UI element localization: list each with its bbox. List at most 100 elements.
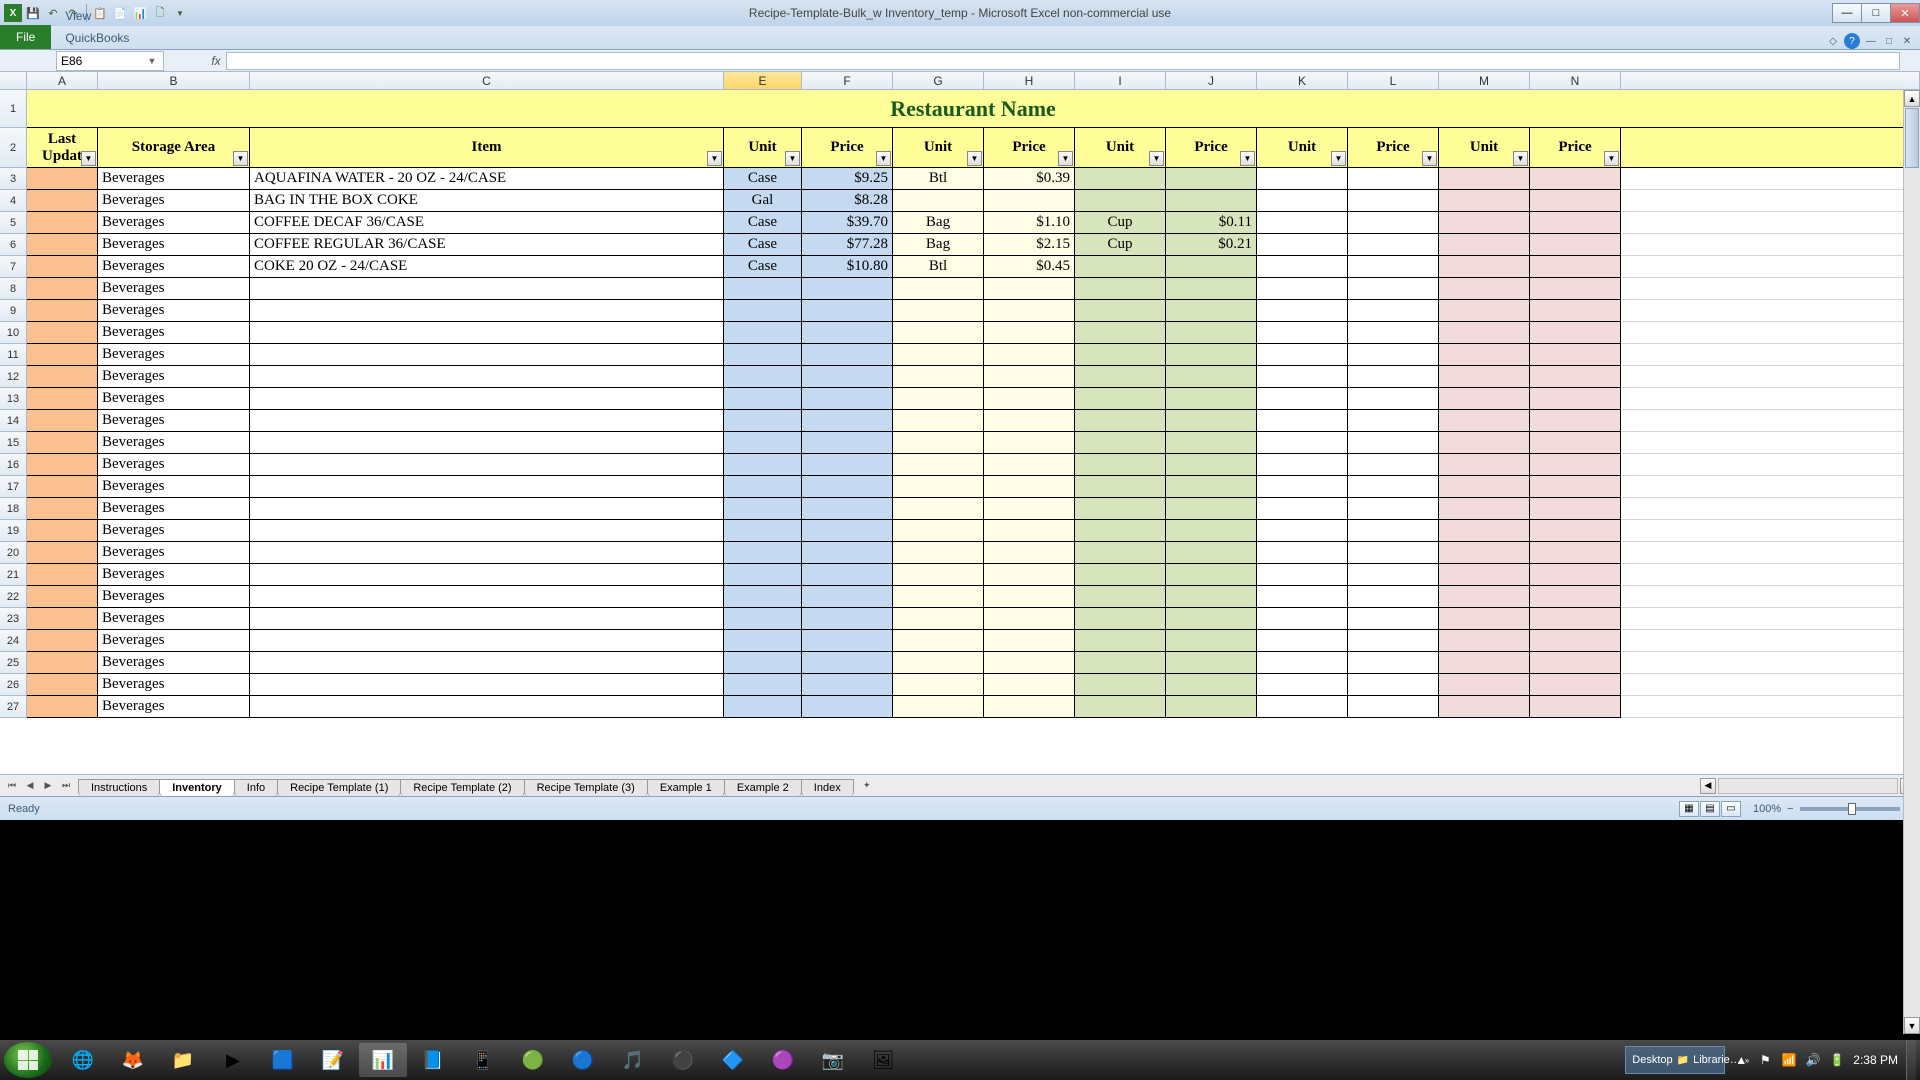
- cell[interactable]: [1621, 278, 1920, 300]
- cell[interactable]: [802, 388, 893, 410]
- qat-dropdown-icon[interactable]: ▼: [171, 4, 189, 22]
- filter-dropdown-icon[interactable]: ▼: [1331, 151, 1346, 166]
- taskbar-app4-icon[interactable]: ⚫: [659, 1043, 707, 1077]
- cell[interactable]: [984, 388, 1075, 410]
- cell[interactable]: [724, 476, 802, 498]
- cell[interactable]: [1530, 212, 1621, 234]
- cell[interactable]: [984, 454, 1075, 476]
- cell[interactable]: $10.80: [802, 256, 893, 278]
- cell[interactable]: [1257, 564, 1348, 586]
- cell[interactable]: [250, 476, 724, 498]
- scroll-thumb[interactable]: [1905, 108, 1919, 168]
- name-box-dropdown-icon[interactable]: ▼: [145, 56, 159, 66]
- row-header-5[interactable]: 5: [0, 212, 27, 234]
- cell[interactable]: [1530, 278, 1621, 300]
- cell[interactable]: [1621, 498, 1920, 520]
- cell[interactable]: Beverages: [98, 498, 250, 520]
- taskbar-notepad-icon[interactable]: 📝: [309, 1043, 357, 1077]
- cell[interactable]: [1257, 542, 1348, 564]
- cell[interactable]: Beverages: [98, 542, 250, 564]
- cell[interactable]: [1348, 608, 1439, 630]
- column-header-C[interactable]: C: [250, 72, 724, 89]
- cell[interactable]: [27, 234, 98, 256]
- cell[interactable]: [1348, 630, 1439, 652]
- cell[interactable]: [893, 476, 984, 498]
- cell[interactable]: [1530, 344, 1621, 366]
- cell[interactable]: [27, 168, 98, 190]
- cell[interactable]: Bag: [893, 234, 984, 256]
- cell[interactable]: Case: [724, 168, 802, 190]
- row-header-11[interactable]: 11: [0, 344, 27, 366]
- cell[interactable]: [984, 322, 1075, 344]
- cell[interactable]: [1166, 608, 1257, 630]
- cell[interactable]: [1075, 454, 1166, 476]
- cell[interactable]: [1439, 278, 1530, 300]
- cell[interactable]: [27, 190, 98, 212]
- row-header-24[interactable]: 24: [0, 630, 27, 652]
- row-header-13[interactable]: 13: [0, 388, 27, 410]
- cell[interactable]: [1257, 586, 1348, 608]
- cell[interactable]: [250, 652, 724, 674]
- row-header-22[interactable]: 22: [0, 586, 27, 608]
- cell[interactable]: [1439, 608, 1530, 630]
- row-header-17[interactable]: 17: [0, 476, 27, 498]
- cell[interactable]: [802, 366, 893, 388]
- row-header-27[interactable]: 27: [0, 696, 27, 718]
- cell[interactable]: [724, 322, 802, 344]
- cell[interactable]: [1166, 278, 1257, 300]
- cell[interactable]: Beverages: [98, 696, 250, 718]
- cell[interactable]: [724, 542, 802, 564]
- cell[interactable]: Beverages: [98, 190, 250, 212]
- cell[interactable]: [1348, 454, 1439, 476]
- cell[interactable]: [1621, 454, 1920, 476]
- cell[interactable]: [1348, 652, 1439, 674]
- row-header-10[interactable]: 10: [0, 322, 27, 344]
- cell[interactable]: [1166, 256, 1257, 278]
- cell[interactable]: [27, 696, 98, 718]
- row-header-14[interactable]: 14: [0, 410, 27, 432]
- cell[interactable]: [1530, 520, 1621, 542]
- cell[interactable]: [27, 212, 98, 234]
- cell[interactable]: [1621, 256, 1920, 278]
- cell[interactable]: [250, 696, 724, 718]
- cell[interactable]: [1257, 168, 1348, 190]
- cell[interactable]: [893, 674, 984, 696]
- cell[interactable]: [250, 586, 724, 608]
- save-icon[interactable]: 💾: [24, 4, 42, 22]
- taskbar-app3-icon[interactable]: 🟢: [509, 1043, 557, 1077]
- cell[interactable]: [984, 564, 1075, 586]
- cell[interactable]: [1439, 388, 1530, 410]
- row-header-6[interactable]: 6: [0, 234, 27, 256]
- cell[interactable]: Beverages: [98, 234, 250, 256]
- cell[interactable]: [1257, 498, 1348, 520]
- zoom-slider[interactable]: [1800, 807, 1900, 811]
- cell[interactable]: [27, 366, 98, 388]
- cell[interactable]: [1530, 366, 1621, 388]
- cell[interactable]: [1348, 366, 1439, 388]
- cell[interactable]: [893, 410, 984, 432]
- cell[interactable]: [893, 542, 984, 564]
- title-cell[interactable]: Restaurant Name: [27, 90, 1920, 128]
- cell[interactable]: [802, 300, 893, 322]
- cell[interactable]: [1348, 476, 1439, 498]
- cell[interactable]: BAG IN THE BOX COKE: [250, 190, 724, 212]
- name-box[interactable]: E86 ▼: [56, 51, 164, 71]
- cell[interactable]: [1075, 388, 1166, 410]
- cell[interactable]: [1166, 542, 1257, 564]
- taskbar-word-icon[interactable]: 📘: [409, 1043, 457, 1077]
- column-header-K[interactable]: K: [1257, 72, 1348, 89]
- cell[interactable]: [984, 652, 1075, 674]
- cell[interactable]: $0.11: [1166, 212, 1257, 234]
- column-header-L[interactable]: L: [1348, 72, 1439, 89]
- cell[interactable]: [27, 410, 98, 432]
- taskbar-chrome-icon[interactable]: 🔵: [559, 1043, 607, 1077]
- cell[interactable]: [1621, 586, 1920, 608]
- cell[interactable]: Beverages: [98, 278, 250, 300]
- cell[interactable]: [1530, 630, 1621, 652]
- cell[interactable]: [893, 278, 984, 300]
- taskbar-explorer-icon[interactable]: 📁: [159, 1043, 207, 1077]
- cell[interactable]: [802, 278, 893, 300]
- cell[interactable]: [1621, 432, 1920, 454]
- cell[interactable]: [250, 432, 724, 454]
- cell[interactable]: [893, 696, 984, 718]
